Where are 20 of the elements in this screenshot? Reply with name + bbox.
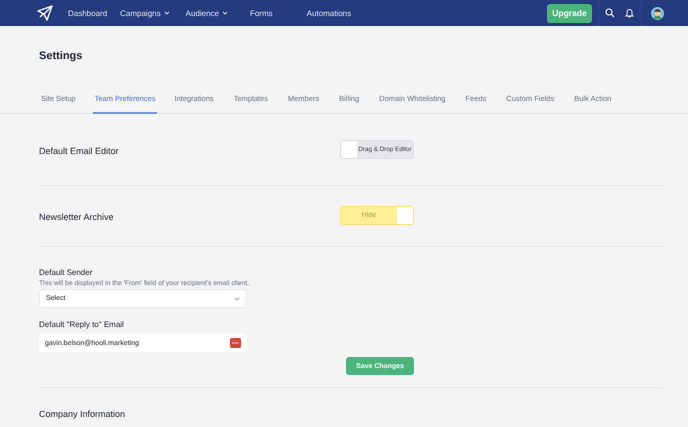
chevron-down-icon — [222, 11, 228, 15]
section-heading: Company Information — [39, 409, 126, 419]
password-manager-icon[interactable] — [230, 338, 241, 348]
chevron-down-icon — [234, 296, 240, 300]
setting-label: Default Email Editor — [39, 146, 120, 158]
search-icon[interactable] — [605, 8, 615, 18]
field-label: Default Sender — [39, 268, 94, 277]
page-title: Settings — [39, 49, 84, 64]
setting-label: Newsletter Archive — [39, 212, 115, 224]
bell-icon[interactable] — [625, 8, 634, 18]
nav-link[interactable]: Automations — [306, 8, 352, 18]
nav-link[interactable]: Audience — [186, 8, 228, 18]
nav-link[interactable]: Dashboard — [68, 8, 108, 18]
upgrade-button[interactable]: Upgrade — [547, 4, 592, 22]
nav-link[interactable]: Forms — [250, 8, 273, 18]
paper-plane-logo[interactable] — [37, 5, 53, 21]
chevron-down-icon — [164, 11, 170, 15]
nav-link[interactable]: Campaigns — [120, 8, 170, 18]
field-label: Default "Reply to" Email — [39, 320, 125, 329]
avatar-icon[interactable] — [651, 6, 664, 20]
